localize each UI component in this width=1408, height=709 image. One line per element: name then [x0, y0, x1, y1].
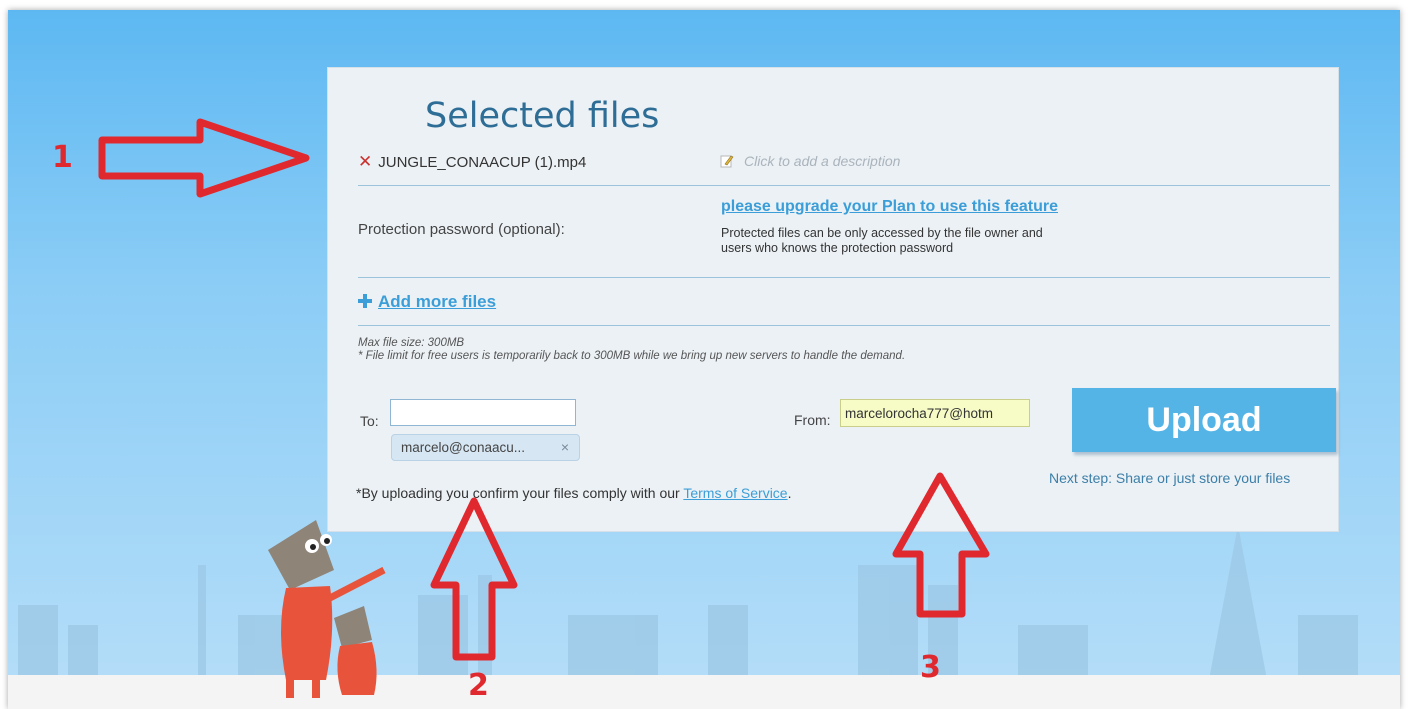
annotation-arrow-right: [98, 118, 310, 198]
description-placeholder: Click to add a description: [744, 153, 901, 169]
divider: [358, 325, 1330, 326]
mascot-illustration: [268, 520, 386, 698]
pencil-icon: [720, 155, 734, 168]
annotation-number-3: 3: [920, 650, 941, 685]
city-skyline-background: [18, 525, 1358, 685]
next-step-text: Next step: Share or just store your file…: [1049, 470, 1291, 486]
annotation-number-1: 1: [52, 140, 73, 175]
to-email-input[interactable]: [390, 399, 576, 426]
recipient-chip-label: marcelo@conaacu...: [401, 440, 526, 455]
add-description-field[interactable]: Click to add a description: [720, 153, 900, 169]
selected-file-row: ✕ JUNGLE_CONAACUP (1).mp4: [358, 152, 586, 172]
upgrade-plan-link[interactable]: please upgrade your Plan to use this fea…: [721, 198, 1058, 216]
to-label: To:: [360, 413, 379, 429]
annotation-number-2: 2: [468, 668, 489, 703]
remove-recipient-button[interactable]: ×: [561, 439, 569, 455]
file-limit-notice: * File limit for free users is temporari…: [358, 350, 906, 362]
divider: [358, 277, 1330, 278]
upload-button[interactable]: Upload: [1072, 388, 1336, 452]
protection-help-text: Protected files can be only accessed by …: [721, 226, 1161, 256]
app-screen: Selected files ✕ JUNGLE_CONAACUP (1).mp4 …: [8, 10, 1400, 709]
upload-panel: Selected files ✕ JUNGLE_CONAACUP (1).mp4 …: [327, 67, 1339, 532]
terms-notice: *By uploading you confirm your files com…: [356, 485, 791, 501]
ground-strip: [8, 675, 1400, 709]
protection-help-line: users who knows the protection password: [721, 241, 954, 255]
add-more-files-label: Add more files: [378, 292, 497, 311]
annotation-arrow-up: [430, 497, 518, 661]
page-title: Selected files: [425, 96, 660, 136]
file-name: JUNGLE_CONAACUP (1).mp4: [378, 154, 587, 171]
recipient-chip: marcelo@conaacu... ×: [391, 434, 580, 461]
from-email-input[interactable]: [840, 399, 1030, 427]
plus-icon: [358, 294, 372, 308]
remove-file-button[interactable]: ✕: [358, 152, 372, 171]
divider: [358, 185, 1330, 186]
file-limit-info: Max file size: 300MB * File limit for fr…: [358, 337, 905, 363]
terms-of-service-link[interactable]: Terms of Service: [683, 485, 787, 501]
add-more-files-link[interactable]: Add more files: [358, 292, 496, 312]
terms-suffix: .: [787, 485, 792, 501]
protection-password-label: Protection password (optional):: [358, 221, 565, 238]
annotation-arrow-up: [892, 472, 990, 618]
max-file-size: Max file size: 300MB: [358, 337, 465, 349]
protection-help-line: Protected files can be only accessed by …: [721, 226, 1043, 240]
from-label: From:: [794, 412, 831, 428]
